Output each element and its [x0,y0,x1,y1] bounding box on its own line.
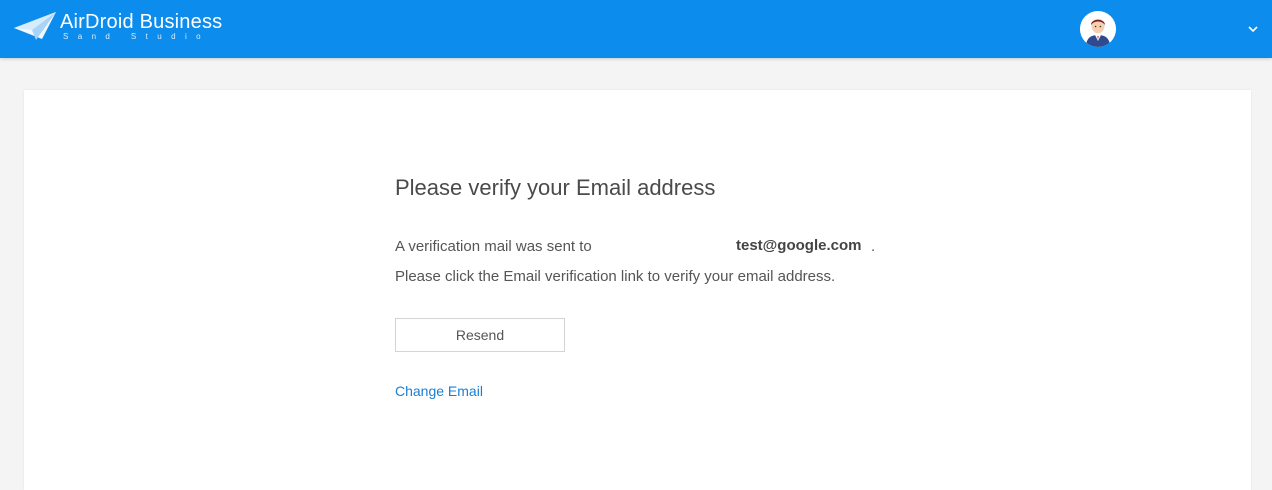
recipient-email: test@google.com [736,237,862,254]
page-title: Please verify your Email address [395,175,716,200]
verification-sent-text: A verification mail was sent to [395,238,592,255]
brand-name: AirDroid Business [60,11,223,33]
chevron-down-icon[interactable] [1246,22,1260,36]
sentence-period: . [871,238,876,255]
resend-button[interactable]: Resend [395,318,565,352]
user-avatar-icon [1080,11,1116,47]
verification-card [24,90,1251,490]
top-navigation-bar: AirDroid Business Sand Studio [0,0,1272,58]
verification-instruction: Please click the Email verification link… [395,268,836,285]
brand-logo[interactable]: AirDroid Business Sand Studio [14,8,244,48]
user-avatar[interactable] [1080,11,1116,47]
paper-plane-logo-icon [14,12,56,40]
change-email-link[interactable]: Change Email [395,383,483,399]
brand-subtitle: Sand Studio [63,32,210,41]
